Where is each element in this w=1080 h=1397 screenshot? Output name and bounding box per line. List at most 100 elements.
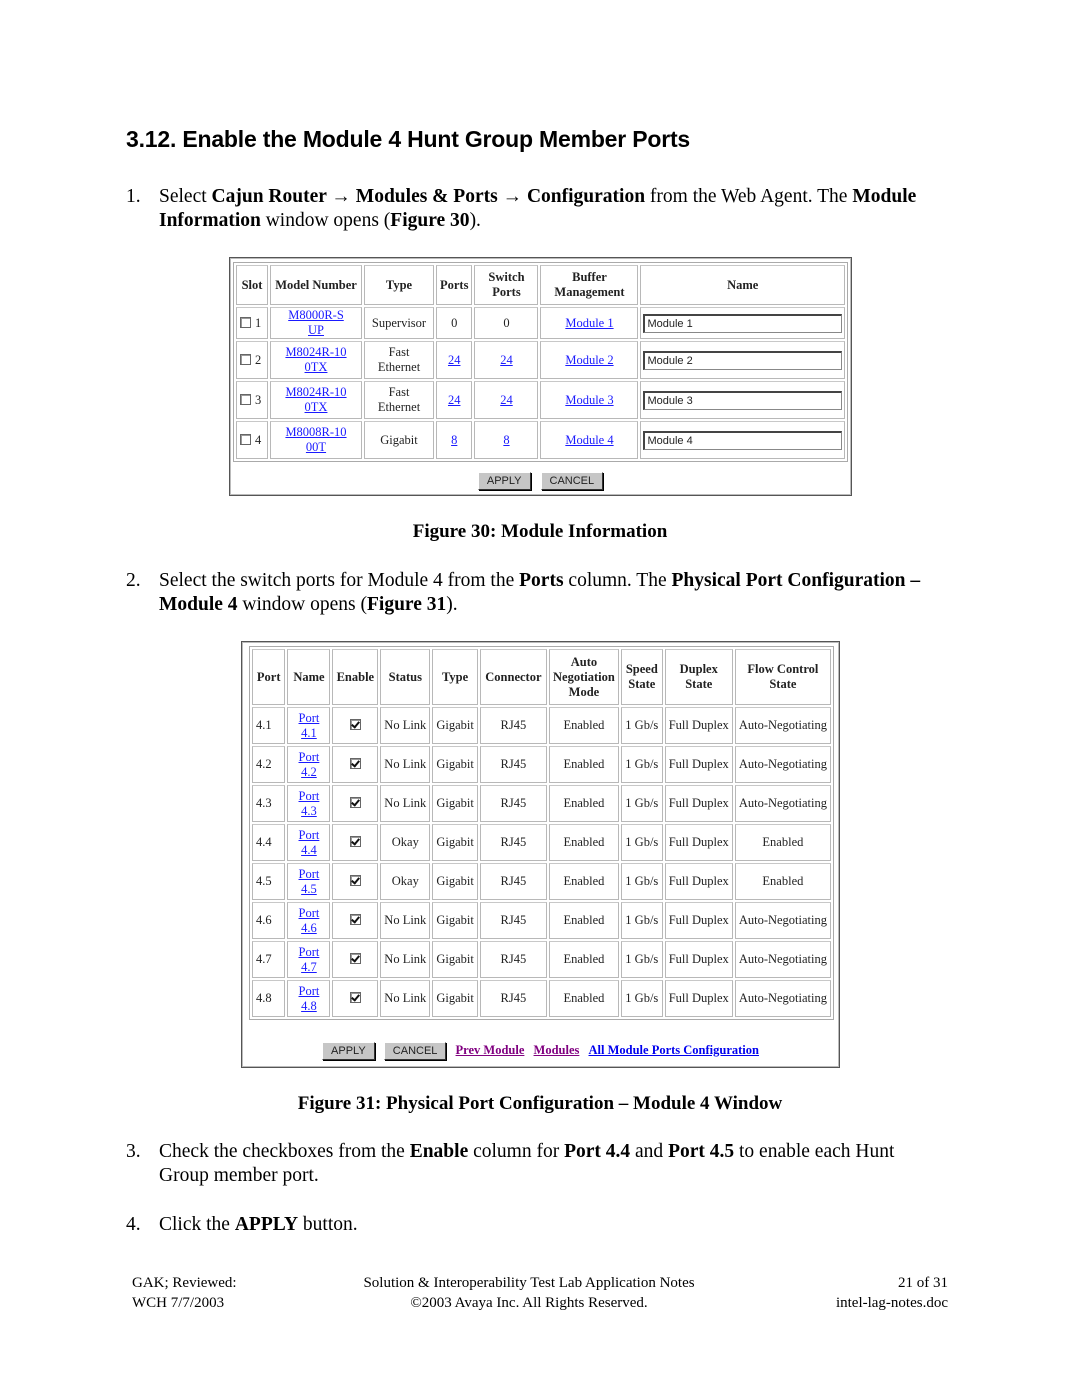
port-status-cell: No Link <box>380 785 431 822</box>
name-cell: Module 4 <box>640 421 845 459</box>
port-name-link[interactable]: Port 4.7 <box>295 945 323 975</box>
module-name-input[interactable]: Module 3 <box>643 390 842 410</box>
flow-control-state: Auto-Negotiating <box>738 952 827 966</box>
ports-link[interactable]: 24 <box>448 353 461 367</box>
port-type: Gigabit <box>436 874 474 888</box>
slot-checkbox[interactable] <box>240 393 251 405</box>
buffer-management-link[interactable]: Module 1 <box>565 316 613 330</box>
port-status-cell: Okay <box>380 863 431 900</box>
step-text: Select the switch ports for Module 4 fro… <box>159 569 946 617</box>
auto-negotiation-mode: Enabled <box>563 796 605 810</box>
port-name-link[interactable]: Port 4.2 <box>295 750 323 780</box>
port-status-cell: No Link <box>380 980 431 1017</box>
physical-port-table: Port Name Enable Status Type Connector A… <box>249 646 834 1020</box>
type-cell: Fast Ethernet <box>364 381 434 419</box>
speed-state-cell: 1 Gb/s <box>620 980 663 1017</box>
ports-cell: 24 <box>436 381 473 419</box>
switch-ports-cell: 24 <box>474 381 539 419</box>
auto-negotiation-mode-cell: Enabled <box>548 824 619 861</box>
step-3: 3. Check the checkboxes from the Enable c… <box>126 1140 946 1188</box>
emphasized-text: Figure 31 <box>367 594 447 615</box>
port-number: 4.4 <box>256 835 272 849</box>
buffer-management-cell: Module 1 <box>540 307 639 339</box>
model-number-cell: M8000R-SUP <box>270 307 362 339</box>
enable-checkbox[interactable] <box>349 992 361 1003</box>
enable-checkbox[interactable] <box>349 914 361 925</box>
model-number-link[interactable]: M8024R-100TX <box>284 385 348 415</box>
col-header-switch-ports: Switch Ports <box>474 265 539 305</box>
speed-state: 1 Gb/s <box>625 913 659 927</box>
modules-link[interactable]: Modules <box>534 1043 580 1057</box>
cancel-button[interactable]: CANCEL <box>383 1042 447 1060</box>
step-text-run: Click the <box>159 1214 235 1235</box>
port-name-link[interactable]: Port 4.5 <box>295 867 323 897</box>
auto-negotiation-mode-cell: Enabled <box>548 863 619 900</box>
type-cell: Gigabit <box>364 421 434 459</box>
switch-ports-link[interactable]: 24 <box>500 393 513 407</box>
port-type: Gigabit <box>436 835 474 849</box>
enable-cell <box>332 707 379 744</box>
enable-checkbox[interactable] <box>349 953 361 964</box>
prev-module-link[interactable]: Prev Module <box>456 1043 525 1057</box>
col-header-flow-control-state: Flow Control State <box>734 649 831 705</box>
model-number-link[interactable]: M8024R-100TX <box>284 345 348 375</box>
port-status-cell: No Link <box>380 707 431 744</box>
model-number-link[interactable]: M8000R-SUP <box>284 308 348 338</box>
model-number-link[interactable]: M8008R-1000T <box>284 425 348 455</box>
duplex-state-cell: Full Duplex <box>664 824 733 861</box>
ports-link[interactable]: 24 <box>448 393 461 407</box>
apply-button[interactable]: APPLY <box>477 472 531 490</box>
enable-checkbox[interactable] <box>349 797 361 808</box>
slot-checkbox[interactable] <box>240 316 251 328</box>
module-name-input[interactable]: Module 4 <box>643 430 842 450</box>
port-number: 4.2 <box>256 757 272 771</box>
enable-checkbox[interactable] <box>349 758 361 769</box>
connector: RJ45 <box>500 874 527 888</box>
enable-checkbox[interactable] <box>349 836 361 847</box>
enable-checkbox[interactable] <box>349 875 361 886</box>
switch-ports-cell: 0 <box>474 307 539 339</box>
step-text-run: ). <box>469 210 481 231</box>
duplex-state-cell: Full Duplex <box>664 941 733 978</box>
buffer-management-cell: Module 4 <box>540 421 639 459</box>
auto-negotiation-mode-cell: Enabled <box>548 980 619 1017</box>
port-name-link[interactable]: Port 4.8 <box>295 984 323 1014</box>
port-number: 4.5 <box>256 874 272 888</box>
connector: RJ45 <box>500 757 527 771</box>
module-name-input[interactable]: Module 2 <box>643 350 842 370</box>
speed-state-cell: 1 Gb/s <box>620 707 663 744</box>
port-number: 4.6 <box>256 913 272 927</box>
switch-ports-cell: 8 <box>474 421 539 459</box>
apply-button[interactable]: APPLY <box>322 1042 375 1060</box>
switch-ports-link[interactable]: 8 <box>503 433 509 447</box>
port-name-link[interactable]: Port 4.3 <box>295 789 323 819</box>
buffer-management-link[interactable]: Module 2 <box>565 353 613 367</box>
switch-ports-link[interactable]: 24 <box>500 353 513 367</box>
auto-negotiation-mode-cell: Enabled <box>548 746 619 783</box>
enable-checkbox[interactable] <box>349 719 361 730</box>
buffer-management-link[interactable]: Module 3 <box>565 393 613 407</box>
col-header-enable: Enable <box>332 649 379 705</box>
switch-ports-value: 0 <box>503 315 510 330</box>
module-information-window: Slot Model Number Type Ports Switch Port… <box>229 257 852 496</box>
port-status-cell: No Link <box>380 902 431 939</box>
all-module-ports-configuration-link[interactable]: All Module Ports Configuration <box>589 1043 759 1057</box>
slot-checkbox[interactable] <box>240 353 251 365</box>
slot-checkbox[interactable] <box>240 433 251 445</box>
port-row: 4.3 Port 4.3 No Link Gigabit RJ45 Enabled 1 Gb… <box>252 785 831 822</box>
connector: RJ45 <box>500 835 527 849</box>
port-name-link[interactable]: Port 4.6 <box>295 906 323 936</box>
port-name-link[interactable]: Port 4.4 <box>295 828 323 858</box>
port-status-cell: Okay <box>380 824 431 861</box>
type-cell: Fast Ethernet <box>364 341 434 379</box>
step-text-run: window opens ( <box>237 594 367 615</box>
buffer-management-link[interactable]: Module 4 <box>565 433 613 447</box>
cancel-button[interactable]: CANCEL <box>540 472 604 490</box>
speed-state-cell: 1 Gb/s <box>620 824 663 861</box>
port-number-cell: 4.5 <box>252 863 286 900</box>
connector: RJ45 <box>500 718 527 732</box>
col-header-buffer-management: Buffer Management <box>540 265 639 305</box>
module-name-input[interactable]: Module 1 <box>643 313 842 333</box>
ports-link[interactable]: 8 <box>451 433 457 447</box>
port-name-link[interactable]: Port 4.1 <box>295 711 323 741</box>
